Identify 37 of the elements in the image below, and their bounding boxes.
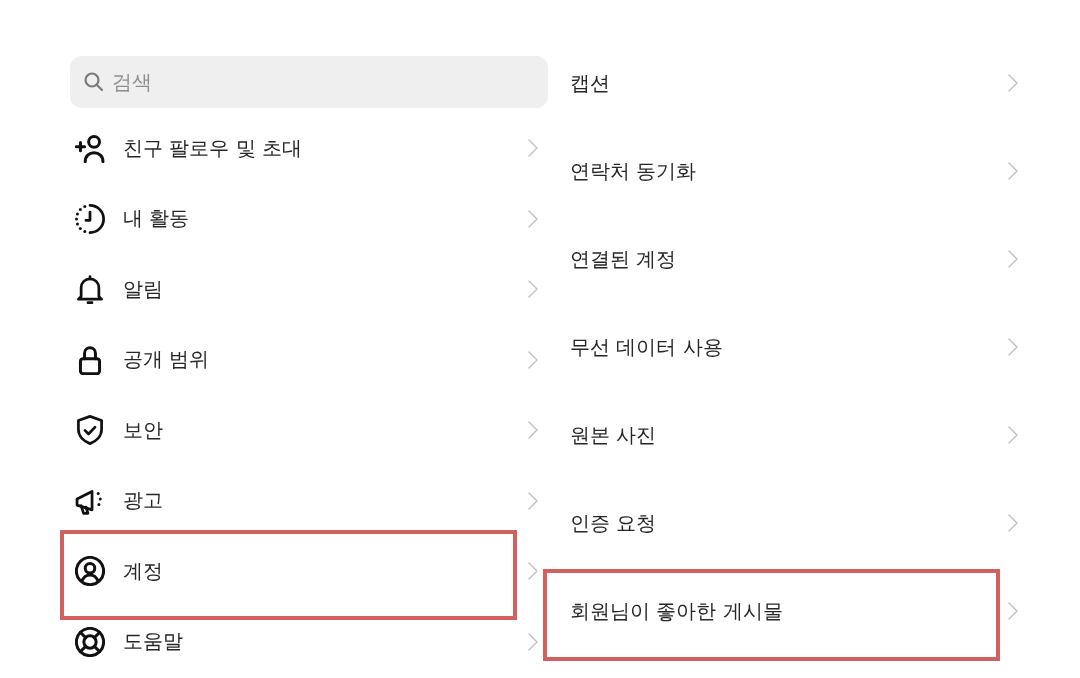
chevron-right-icon — [528, 632, 538, 651]
chevron-right-icon — [528, 491, 538, 510]
settings-item[interactable]: 캡션 — [556, 62, 995, 104]
chevron-right-icon — [528, 562, 538, 581]
shield-check-icon — [75, 415, 105, 446]
settings-item[interactable]: 친구 팔로우 및 초대 — [66, 127, 510, 170]
settings-item[interactable]: 연락처 동기화 — [556, 150, 995, 192]
search-icon — [84, 72, 103, 91]
chevron-right-icon — [528, 421, 538, 440]
search-field[interactable]: 검색 — [70, 56, 548, 108]
settings-item[interactable]: 도움말 — [66, 620, 510, 663]
settings-item[interactable]: 연결된 계정 — [556, 238, 995, 280]
settings-item[interactable]: 회원님이 좋아한 게시물 — [556, 590, 995, 632]
chevron-right-icon — [1008, 250, 1018, 268]
settings-item[interactable]: 알림 — [66, 268, 510, 311]
person-plus-icon — [75, 133, 105, 164]
chevron-right-icon — [528, 209, 538, 228]
bell-icon — [75, 274, 105, 305]
settings-item[interactable]: 인증 요청 — [556, 502, 995, 544]
settings-item[interactable]: 원본 사진 — [556, 414, 995, 456]
chevron-right-icon — [1008, 162, 1018, 180]
settings-item[interactable]: 공개 범위 — [66, 338, 510, 381]
chevron-right-icon — [1008, 602, 1018, 620]
lifebuoy-icon — [75, 626, 105, 657]
chevron-right-icon — [528, 280, 538, 299]
settings-item[interactable]: 무선 데이터 사용 — [556, 326, 995, 368]
settings-item[interactable]: 내 활동 — [66, 197, 510, 240]
chevron-right-icon — [1008, 426, 1018, 444]
chevron-right-icon — [1008, 74, 1018, 92]
settings-item[interactable]: 계정 — [66, 550, 510, 593]
settings-item[interactable]: 광고 — [66, 479, 510, 522]
chevron-right-icon — [528, 350, 538, 369]
settings-item[interactable]: 보안 — [66, 409, 510, 452]
chevron-right-icon — [528, 139, 538, 158]
activity-clock-icon — [75, 203, 105, 234]
chevron-right-icon — [1008, 338, 1018, 356]
chevron-right-icon — [1008, 514, 1018, 532]
